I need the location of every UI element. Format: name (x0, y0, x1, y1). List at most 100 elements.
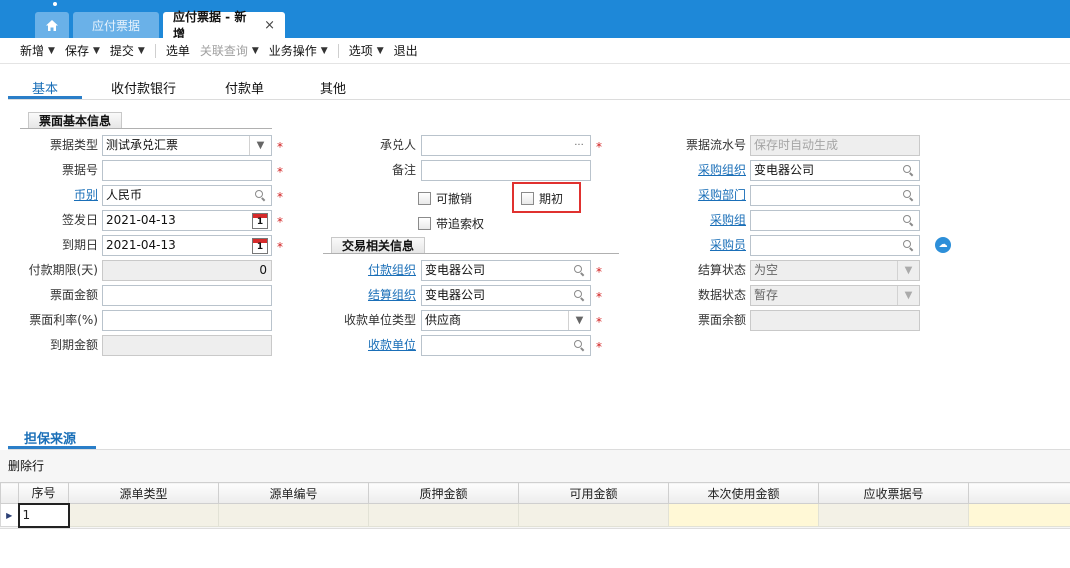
seq-cell[interactable]: 1 (17, 502, 70, 528)
submit-button-label: 提交 (109, 44, 134, 58)
filler-cell (968, 503, 1070, 527)
related-query-button[interactable]: 关联查询 ▼ (200, 42, 259, 59)
pledge-amount-cell[interactable] (368, 503, 519, 527)
tab-payment[interactable]: 付款单 (225, 78, 264, 97)
purchaser-link[interactable]: 采购员 (640, 235, 746, 255)
column-header-current-use-amount[interactable]: 本次使用金额 (668, 482, 819, 504)
cloud-icon[interactable]: ☁ (935, 237, 951, 253)
search-button[interactable] (897, 161, 919, 180)
column-header-seq[interactable]: 序号 (18, 482, 69, 504)
required-mark: * (596, 290, 602, 304)
calendar-icon: 1 (252, 212, 268, 229)
column-header-receivable-bill-no[interactable]: 应收票据号 (818, 482, 969, 504)
column-header-pledge-amount[interactable]: 质押金额 (368, 482, 519, 504)
due-date-input[interactable]: 2021-04-13 1 (102, 235, 272, 256)
delete-row-button[interactable]: 删除行 (8, 457, 44, 474)
pay-org-link[interactable]: 付款组织 (320, 260, 416, 280)
purchase-org-input[interactable]: 变电器公司 (750, 160, 920, 181)
new-button[interactable]: 新增 ▼ (20, 42, 55, 59)
caret-down-icon: ▼ (137, 45, 145, 56)
source-no-cell[interactable] (218, 503, 369, 527)
settle-org-link[interactable]: 结算组织 (320, 285, 416, 305)
acceptor-input[interactable]: ··· (421, 135, 591, 156)
due-amount-label: 到期金额 (49, 338, 98, 352)
current-use-amount-cell[interactable] (668, 503, 819, 527)
tab-guarantee-source[interactable]: 担保来源 (24, 428, 76, 447)
search-button[interactable] (897, 186, 919, 205)
search-button[interactable] (897, 236, 919, 255)
dropdown-arrow-icon[interactable]: ▼ (568, 311, 590, 330)
select-bill-button[interactable]: 选单 (166, 42, 190, 59)
payee-type-select[interactable]: 供应商 ▼ (421, 310, 591, 331)
save-button[interactable]: 保存 ▼ (65, 42, 100, 59)
required-mark: * (277, 190, 283, 204)
tab-other[interactable]: 其他 (320, 78, 346, 97)
purchase-org-link[interactable]: 采购组织 (640, 160, 746, 180)
purchase-dept-input[interactable] (750, 185, 920, 206)
currency-link[interactable]: 币别 (10, 185, 98, 205)
search-button[interactable] (568, 261, 590, 280)
due-amount-field (102, 335, 272, 356)
issue-date-value: 2021-04-13 (106, 213, 176, 227)
business-operation-button[interactable]: 业务操作 ▼ (269, 42, 328, 59)
search-button[interactable] (568, 286, 590, 305)
bill-type-select[interactable]: 测试承兑汇票 ▼ (102, 135, 272, 156)
face-amount-input[interactable] (102, 285, 272, 306)
exit-button[interactable]: 退出 (394, 42, 418, 59)
payee-type-label: 收款单位类型 (343, 313, 416, 327)
table-row[interactable]: ▶ 1 (0, 502, 1070, 528)
tab-bank[interactable]: 收付款银行 (111, 78, 176, 97)
purchase-group-link[interactable]: 采购组 (640, 210, 746, 230)
search-button[interactable] (568, 336, 590, 355)
calendar-button[interactable]: 1 (249, 211, 271, 230)
select-bill-button-label: 选单 (165, 44, 190, 58)
face-rate-input[interactable] (102, 310, 272, 331)
home-icon (46, 19, 58, 31)
column-header-source-no[interactable]: 源单编号 (218, 482, 369, 504)
home-tab[interactable] (35, 12, 69, 38)
highlight-box (512, 182, 581, 213)
tab-basic[interactable]: 基本 (32, 78, 58, 97)
required-mark: * (596, 340, 602, 354)
settle-org-input[interactable]: 变电器公司 (421, 285, 591, 306)
bill-no-input[interactable] (102, 160, 272, 181)
row-pointer-icon: ▶ (0, 503, 19, 527)
dropdown-arrow-icon[interactable]: ▼ (249, 136, 271, 155)
purchase-group-input[interactable] (750, 210, 920, 231)
options-button[interactable]: 选项 ▼ (349, 42, 384, 59)
recourse-checkbox[interactable] (418, 217, 431, 230)
pay-org-input[interactable]: 变电器公司 (421, 260, 591, 281)
remark-input[interactable] (421, 160, 591, 181)
pay-term-field: 0 (102, 260, 272, 281)
issue-date-input[interactable]: 2021-04-13 1 (102, 210, 272, 231)
column-header-available-amount[interactable]: 可用金额 (518, 482, 669, 504)
options-button-label: 选项 (348, 44, 373, 58)
payee-link[interactable]: 收款单位 (320, 335, 416, 355)
tab-payable-bills[interactable]: 应付票据 (73, 12, 159, 38)
purchase-org-value: 变电器公司 (754, 163, 815, 177)
window-tab-bar: 应付票据 应付票据 - 新增 × (0, 0, 1070, 41)
data-status-label: 数据状态 (697, 288, 746, 302)
purchaser-input[interactable] (750, 235, 920, 256)
receivable-bill-no-cell[interactable] (818, 503, 969, 527)
calendar-button[interactable]: 1 (249, 236, 271, 255)
grid-empty-area (0, 528, 1070, 568)
caret-down-icon: ▼ (48, 45, 55, 56)
purchase-dept-link[interactable]: 采购部门 (640, 185, 746, 205)
payee-input[interactable] (421, 335, 591, 356)
column-header-source-type[interactable]: 源单类型 (68, 482, 219, 504)
ellipsis-button[interactable]: ··· (568, 136, 590, 155)
submit-button[interactable]: 提交 ▼ (110, 42, 145, 59)
search-button[interactable] (249, 186, 271, 205)
tab-payable-bills-new[interactable]: 应付票据 - 新增 × (163, 10, 285, 41)
currency-input[interactable]: 人民币 (102, 185, 272, 206)
acceptor-label: 承兑人 (379, 138, 416, 152)
required-mark: * (277, 240, 283, 254)
search-button[interactable] (897, 211, 919, 230)
pay-term-label: 付款期限(天) (28, 263, 98, 277)
bill-type-value: 测试承兑汇票 (106, 138, 179, 152)
revocable-checkbox[interactable] (418, 192, 431, 205)
close-icon[interactable]: × (264, 18, 275, 33)
source-type-cell[interactable] (68, 503, 219, 527)
available-amount-cell[interactable] (518, 503, 669, 527)
